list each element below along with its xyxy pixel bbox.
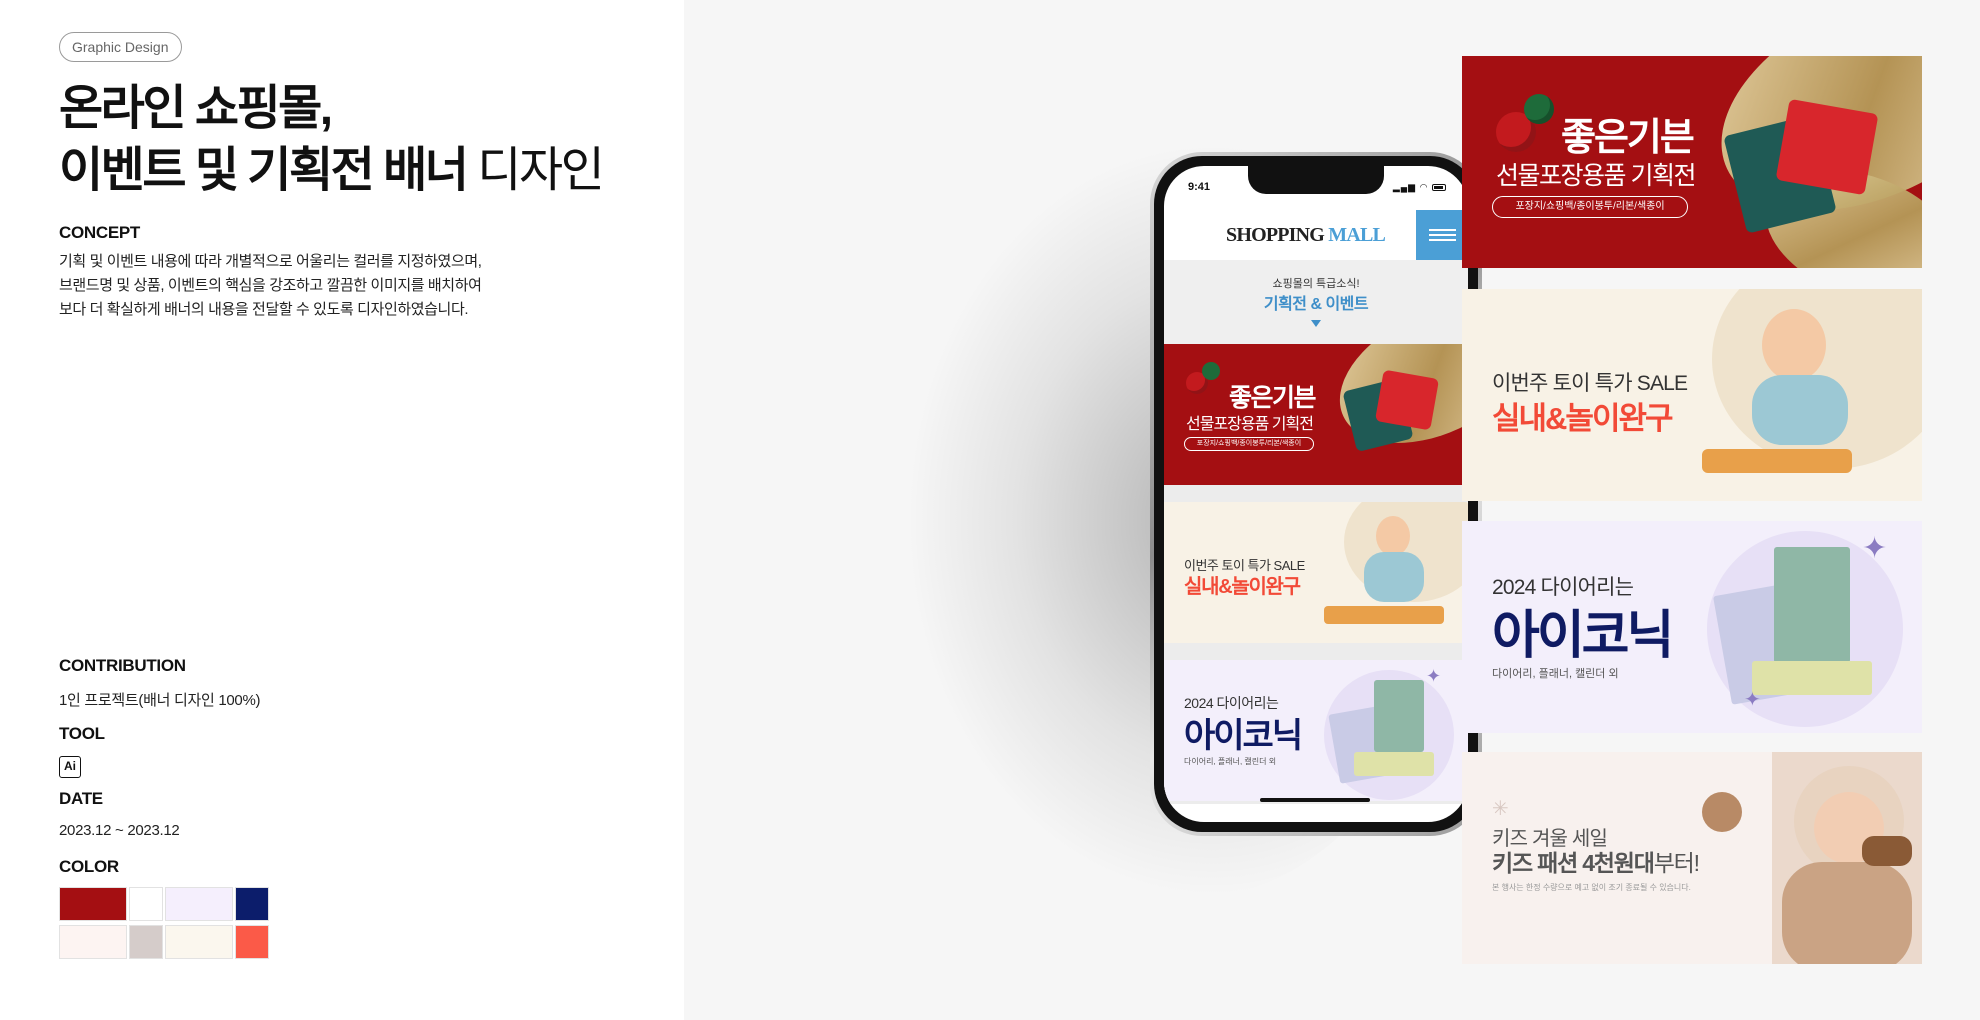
project-info-panel: Graphic Design 온라인 쇼핑몰, 이벤트 및 기획전 배너 디자인…	[0, 0, 684, 1020]
mockup-stage: 9:41 ▂▄▆ ◠ SHOPPING MALL 쇼핑몰의 특급소식! 기획전 …	[684, 0, 1980, 1020]
category-tag: Graphic Design	[59, 32, 182, 62]
concept-heading: CONCEPT	[59, 223, 141, 242]
phone-bezel: 9:41 ▂▄▆ ◠ SHOPPING MALL 쇼핑몰의 특급소식! 기획전 …	[1154, 156, 1478, 832]
sparkle-icon: ✦	[1862, 532, 1888, 565]
diary-line-2: 아이코닉	[1492, 607, 1674, 665]
swatch	[165, 887, 233, 921]
concept-line: 브랜드명 및 상품, 이벤트의 핵심을 강조하고 깔끔한 이미지를 배치하여	[59, 277, 482, 294]
mall-header: SHOPPING MALL	[1164, 210, 1468, 260]
book-green	[1774, 547, 1850, 663]
child-coat	[1782, 862, 1912, 964]
book-green	[1374, 680, 1424, 752]
diary-line-3: 다이어리, 플래너, 캘린더 외	[1492, 668, 1619, 680]
phone-screen: 9:41 ▂▄▆ ◠ SHOPPING MALL 쇼핑몰의 특급소식! 기획전 …	[1164, 166, 1468, 822]
baby-head	[1376, 516, 1410, 556]
gift-subtitle: 선물포장용품 기획전	[1496, 162, 1696, 190]
signal-icon: ▂▄▆	[1392, 182, 1417, 192]
baby-body	[1752, 375, 1848, 445]
gift-box-red	[1374, 369, 1440, 431]
event-hero: 쇼핑몰의 특급소식! 기획전 & 이벤트	[1164, 260, 1468, 344]
wooden-toy	[1324, 606, 1444, 624]
concept-text: 기획 및 이벤트 내용에 따라 개별적으로 어울리는 컬러를 지정하였으며, 브…	[59, 250, 482, 322]
status-time: 9:41	[1188, 181, 1211, 193]
concept-line: 보다 더 확실하게 배너의 내용을 전달할 수 있도록 디자인하였습니다.	[59, 301, 469, 318]
banner-diary-small[interactable]: ✦ 2024 다이어리는 아이코닉 다이어리, 플래너, 캘린더 외	[1164, 660, 1468, 801]
winter-line-3: 본 행사는 한정 수량으로 예고 없이 조기 종료될 수 있습니다.	[1492, 883, 1691, 892]
toy-line-2: 실내&놀이완구	[1492, 401, 1674, 436]
book-yellow	[1752, 661, 1872, 695]
toy-line-2: 실내&놀이완구	[1184, 576, 1301, 598]
hero-title: 기획전 & 이벤트	[1263, 296, 1369, 313]
diary-line-2: 아이코닉	[1184, 717, 1303, 755]
diary-line-3: 다이어리, 플래너, 캘린더 외	[1184, 757, 1277, 766]
tool-heading: TOOL	[59, 724, 105, 743]
banner-list: 좋은기븐 선물포장용품 기획전 포장지/쇼핑백/종이봉투/리본/색종이 이번주 …	[1164, 344, 1468, 804]
status-icons: ▂▄▆ ◠	[1393, 182, 1446, 193]
menu-button[interactable]	[1416, 210, 1468, 260]
menu-icon-line	[1429, 239, 1456, 241]
phone-notch	[1248, 166, 1384, 194]
menu-icon	[1429, 229, 1456, 231]
home-indicator	[1260, 798, 1370, 802]
banner-toy-small[interactable]: 이번주 토이 특가 SALE 실내&놀이완구	[1164, 502, 1468, 643]
banner-gift-small[interactable]: 좋은기븐 선물포장용품 기획전 포장지/쇼핑백/종이봉투/리본/색종이	[1164, 344, 1468, 485]
date-heading: DATE	[59, 789, 103, 808]
project-title: 온라인 쇼핑몰, 이벤트 및 기획전 배너 디자인	[59, 78, 605, 202]
menu-icon-line	[1429, 234, 1456, 236]
illustrator-icon: Ai	[59, 756, 81, 778]
baby-head	[1762, 309, 1826, 381]
gift-category-pill: 포장지/쇼핑백/종이봉투/리본/색종이	[1184, 437, 1314, 451]
battery-icon	[1432, 184, 1446, 192]
concept-line: 기획 및 이벤트 내용에 따라 개별적으로 어울리는 컬러를 지정하였으며,	[59, 253, 482, 270]
snowflake-icon: ✳	[1492, 798, 1509, 820]
banner-gift[interactable]: 좋은기븐 선물포장용품 기획전 포장지/쇼핑백/종이봉투/리본/색종이	[1462, 56, 1922, 268]
swatch	[129, 887, 163, 921]
swatch	[59, 925, 127, 959]
banner-winter[interactable]: ✳ 키즈 겨울 세일 키즈 패션 4천원대부터! 본 행사는 한정 수량으로 예…	[1462, 752, 1922, 964]
color-heading: COLOR	[59, 857, 119, 876]
banner-diary[interactable]: ✦ ✦ 2024 다이어리는 아이코닉 다이어리, 플래너, 캘린더 외	[1462, 521, 1922, 733]
swatch	[59, 887, 127, 921]
swatch	[235, 887, 269, 921]
winter-line-2: 키즈 패션 4천원대부터!	[1492, 850, 1700, 876]
gift-category-pill: 포장지/쇼핑백/종이봉투/리본/색종이	[1492, 196, 1688, 218]
gift-box-red	[1775, 98, 1879, 196]
contribution-value: 1인 프로젝트(배너 디자인 100%)	[59, 692, 261, 709]
book-yellow	[1354, 752, 1434, 776]
kids-shoe	[1862, 836, 1912, 866]
wifi-icon: ◠	[1419, 182, 1429, 192]
swatch	[165, 925, 233, 959]
swatch	[235, 925, 269, 959]
sparkle-icon: ✦	[1744, 689, 1761, 711]
title-line-1: 온라인 쇼핑몰,	[59, 82, 333, 135]
gift-title: 좋은기븐	[1229, 384, 1317, 412]
ornament-green	[1202, 362, 1220, 380]
mitten	[1702, 792, 1742, 832]
gift-title: 좋은기븐	[1561, 117, 1695, 159]
title-line-2: 이벤트 및 기획전 배너 디자인	[59, 144, 605, 197]
date-value: 2023.12 ~ 2023.12	[59, 822, 180, 839]
banner-toy[interactable]: 이번주 토이 특가 SALE 실내&놀이완구	[1462, 289, 1922, 501]
wooden-toy	[1702, 449, 1852, 473]
swatch	[129, 925, 163, 959]
hero-subtitle: 쇼핑몰의 특급소식!	[1272, 278, 1360, 290]
gift-subtitle: 선물포장용품 기획전	[1186, 416, 1314, 433]
mall-logo[interactable]: SHOPPING MALL	[1226, 224, 1386, 247]
baby-body	[1364, 552, 1424, 602]
contribution-heading: CONTRIBUTION	[59, 656, 186, 675]
down-arrow-icon	[1311, 320, 1321, 327]
sparkle-icon: ✦	[1426, 666, 1442, 686]
phone-mockup: 9:41 ▂▄▆ ◠ SHOPPING MALL 쇼핑몰의 특급소식! 기획전 …	[1150, 152, 1482, 836]
ornament-green	[1524, 94, 1554, 124]
